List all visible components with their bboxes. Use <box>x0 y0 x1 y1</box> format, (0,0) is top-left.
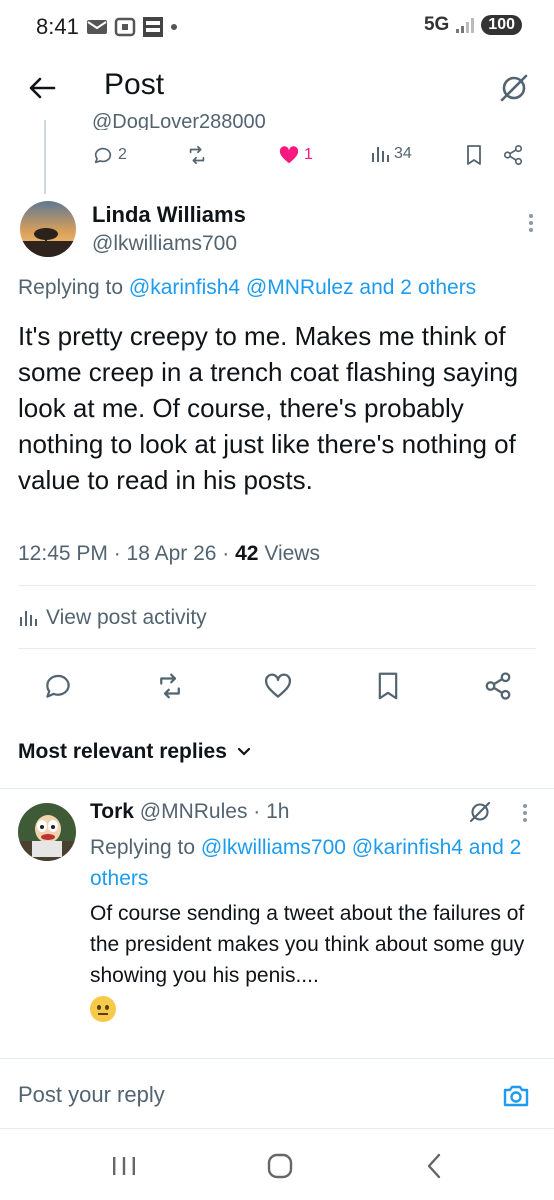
arrow-left-icon <box>29 77 56 99</box>
post-timestamp: 12:45 PM · 18 Apr 26 · <box>18 542 236 565</box>
reply-more-button[interactable] <box>520 802 530 824</box>
view-post-activity-button[interactable]: View post activity <box>18 606 207 630</box>
bookmark-icon <box>467 145 481 165</box>
parent-share-button[interactable] <box>502 144 524 166</box>
bookmark-icon <box>378 672 398 700</box>
system-nav-bar <box>0 1130 554 1200</box>
home-icon <box>267 1153 293 1179</box>
reply-replying-prefix: Replying to <box>90 836 201 859</box>
sort-replies-dropdown[interactable]: Most relevant replies <box>18 740 251 764</box>
reply-header: Tork @MNRules · 1h <box>90 800 289 824</box>
divider <box>0 1128 554 1129</box>
reply-replying-to: Replying to @lkwilliams700 @karinfish4 a… <box>90 832 530 894</box>
replying-to-links[interactable]: @karinfish4 @MNRulez and 2 others <box>129 276 476 299</box>
post-meta: 12:45 PM · 18 Apr 26 · 42 Views <box>18 542 320 566</box>
parent-views-button[interactable]: 34 <box>370 144 412 164</box>
parent-bookmark-button[interactable] <box>464 144 484 166</box>
parent-like-button[interactable]: 1 <box>278 144 313 166</box>
battery-indicator: 100 <box>481 15 522 35</box>
page-title: Post <box>104 68 165 101</box>
comment-icon <box>94 147 112 164</box>
reply-button[interactable] <box>38 666 78 706</box>
mail-icon <box>87 20 107 34</box>
recent-apps-button[interactable] <box>94 1144 154 1188</box>
author-name[interactable]: Linda Williams <box>92 202 246 228</box>
divider <box>0 788 554 789</box>
comment-icon <box>46 674 70 698</box>
divider <box>0 1058 554 1059</box>
post-actions <box>0 666 554 706</box>
repost-icon <box>160 673 180 699</box>
more-options-button[interactable] <box>526 212 536 234</box>
divider <box>18 585 536 586</box>
activity-label: View post activity <box>46 606 207 629</box>
share-button[interactable] <box>478 666 518 706</box>
sort-label: Most relevant replies <box>18 740 227 763</box>
reply-text: Of course sending a tweet about the fail… <box>90 902 525 987</box>
status-time: 8:41 <box>36 14 79 39</box>
reply-body: Of course sending a tweet about the fail… <box>90 898 540 1023</box>
share-icon <box>485 672 511 700</box>
share-icon <box>503 145 523 165</box>
notification-icons <box>86 16 178 38</box>
repost-icon <box>189 145 205 165</box>
top-app-bar: Post <box>0 56 554 120</box>
divider <box>18 648 536 649</box>
status-right: 5G 100 <box>424 14 522 36</box>
bookmark-button[interactable] <box>368 666 408 706</box>
activity-icon <box>20 611 37 626</box>
more-vertical-icon <box>529 214 533 232</box>
grok-icon <box>469 801 491 823</box>
grok-button[interactable] <box>492 66 536 110</box>
heart-icon <box>264 673 292 698</box>
replying-to: Replying to @karinfish4 @MNRulez and 2 o… <box>18 276 476 300</box>
neutral-face-emoji-icon <box>90 996 116 1023</box>
system-back-button[interactable] <box>404 1144 464 1188</box>
cartoon-avatar-image <box>18 803 76 861</box>
reply-grok-button[interactable] <box>468 800 492 824</box>
signal-icon <box>456 18 475 33</box>
repost-button[interactable] <box>150 666 190 706</box>
grok-icon <box>500 74 528 102</box>
screenshot-icon <box>114 17 136 37</box>
parent-post-actions: 2 1 34 <box>0 144 554 174</box>
heart-filled-icon <box>279 146 299 164</box>
dot-icon <box>171 24 177 30</box>
parent-repost-button[interactable] <box>186 144 208 166</box>
camera-icon <box>503 1085 529 1107</box>
reply-avatar[interactable] <box>18 803 76 861</box>
camera-button[interactable] <box>498 1078 534 1114</box>
reply-handle-time[interactable]: @MNRules · 1h <box>134 800 290 823</box>
parent-post-handle[interactable]: @DogLover288000 <box>92 110 266 130</box>
views-icon <box>372 147 389 162</box>
chevron-left-icon <box>427 1153 441 1179</box>
parent-reply-count: 2 <box>118 146 127 163</box>
sunset-avatar-image <box>20 201 76 257</box>
reply-author-name[interactable]: Tork <box>90 800 134 823</box>
parent-like-count: 1 <box>304 146 313 163</box>
fox-news-icon <box>143 17 163 37</box>
views-count: 42 <box>235 542 259 565</box>
recents-icon <box>113 1157 135 1175</box>
post-body: It's pretty creepy to me. Makes me think… <box>18 321 519 495</box>
back-button[interactable] <box>20 66 64 110</box>
status-bar: 8:41 5G 100 <box>0 0 554 56</box>
replying-prefix: Replying to <box>18 276 129 299</box>
home-button[interactable] <box>250 1144 310 1188</box>
parent-reply-button[interactable]: 2 <box>92 144 127 166</box>
avatar[interactable] <box>20 201 76 257</box>
network-label: 5G <box>423 14 450 35</box>
parent-views-count: 34 <box>394 145 412 162</box>
like-button[interactable] <box>258 666 298 706</box>
views-label: Views <box>258 542 320 565</box>
chevron-down-icon <box>237 747 251 756</box>
more-vertical-icon <box>523 804 527 822</box>
reply-composer-input[interactable]: Post your reply <box>18 1082 165 1108</box>
author-handle[interactable]: @lkwilliams700 <box>92 232 237 256</box>
